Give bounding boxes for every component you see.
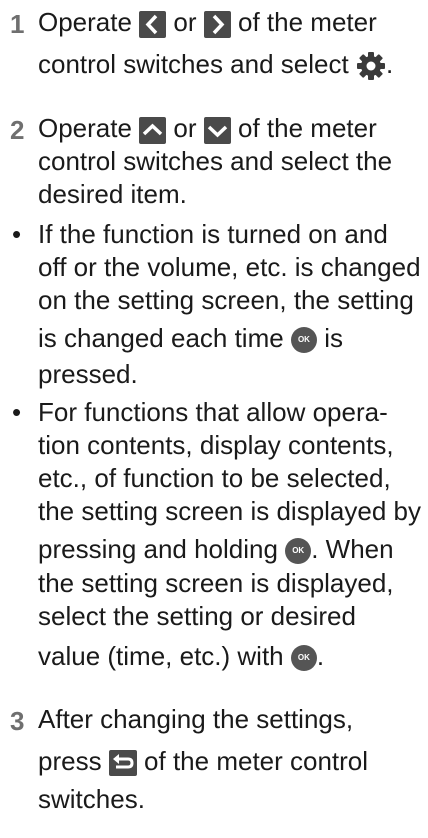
bullet-2-line-7: select the setting or desired (38, 601, 356, 631)
ok-button-icon: OK (290, 645, 317, 672)
step-2-line-2: control switches and select the (38, 146, 393, 176)
step-2-line-1: Operate or of the meter (38, 113, 377, 144)
bullet-2-line-8: value (time, etc.) with OK. (38, 641, 325, 672)
bullet-symbol: • (12, 219, 22, 249)
bullet-symbol: • (12, 397, 22, 427)
ok-button-icon: OK (285, 538, 312, 565)
bullet-1-line-2: off or the volume, etc. is changed (38, 252, 421, 282)
bullet-2-line-3: etc., of function to be selected, (38, 463, 391, 493)
bullet-1-line-5: pressed. (38, 359, 138, 389)
back-arrow-icon (108, 750, 137, 777)
bullet-1-line-3: on the setting screen, the setting (38, 285, 414, 315)
step-number: 2 (10, 115, 25, 145)
step-1-line-2: control switches and select . (38, 46, 393, 82)
bullet-2-line-6: the setting screen is displayed, (38, 568, 394, 598)
step-3-line-3: switches. (38, 784, 145, 814)
bullet-2-line-2: tion contents, display contents, (38, 430, 394, 460)
chevron-down-icon (203, 116, 231, 144)
bullet-1-line-1: If the function is turned on and (38, 219, 388, 249)
bullet-2-line-4: the setting screen is displayed by (38, 496, 421, 526)
chevron-up-icon (139, 116, 167, 144)
step-3-line-2: press of the meter control (38, 746, 369, 777)
chevron-left-icon (139, 10, 167, 38)
bullet-2-line-1: For functions that allow opera- (38, 397, 388, 427)
chevron-right-icon (203, 10, 231, 38)
step-3-line-1: After changing the settings, (38, 704, 354, 734)
step-2-line-3: desired item. (38, 179, 187, 209)
step-number: 1 (10, 9, 25, 39)
ok-button-icon: OK (290, 327, 317, 354)
step-1-line-1: Operate or of the meter (38, 7, 377, 38)
step-number: 3 (10, 706, 25, 736)
bullet-2-line-5: pressing and holding OK. When (38, 534, 394, 565)
gear-icon (356, 51, 386, 81)
bullet-1-line-4: is changed each time OK is (38, 323, 343, 354)
